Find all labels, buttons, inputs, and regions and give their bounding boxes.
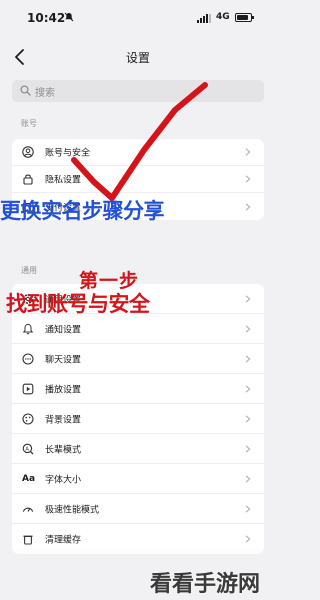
search-placeholder: 搜索 [35,88,55,99]
settings-item-chat[interactable]: 聊天设置 [12,344,264,374]
watermark: 看看手游网 [150,572,261,597]
chat-icon [22,352,34,365]
settings-item-label: 极速性能模式 [45,505,100,515]
settings-item-notifications[interactable]: 通知设置 [12,314,264,344]
chevron-right-icon [245,354,251,363]
chevron-right-icon [245,444,251,453]
settings-item-label: 聊天设置 [45,355,82,365]
settings-item-performance-mode[interactable]: 极速性能模式 [12,494,264,524]
nav-bar: 设置 [0,40,276,76]
elder-mode-icon: A [22,443,34,454]
chevron-right-icon [245,202,251,211]
settings-item-label: 隐私设置 [45,175,82,186]
signal-icon [197,14,211,23]
page-title: 设置 [125,51,150,65]
settings-item-label: 播放设置 [45,385,82,395]
settings-item-label: 背景设置 [45,415,82,425]
settings-item-privacy[interactable]: 隐私设置 [12,166,264,193]
overlay-description: 找到账号与安全 [6,292,150,316]
notification-muted-icon [64,12,74,22]
performance-icon [22,507,34,512]
play-icon [22,383,34,394]
settings-item-account-security[interactable]: 账号与安全 [12,139,264,166]
svg-text:A: A [25,446,29,452]
chevron-right-icon [245,148,251,156]
privacy-icon [23,174,33,185]
status-bar: 10:42 4G [0,0,276,38]
settings-item-background[interactable]: 背景设置 [12,404,264,434]
bell-icon [22,323,34,334]
chevron-right-icon [245,324,251,333]
chevron-right-icon [245,414,251,423]
settings-item-label: 字体大小 [45,475,82,485]
overlay-title: 更换实名步骤分享 [0,199,165,223]
settings-item-label: 长辈模式 [45,445,82,455]
chevron-right-icon [245,294,251,303]
section-label-account: 账号 [21,119,37,128]
settings-item-playback[interactable]: 播放设置 [12,374,264,404]
battery-icon [235,13,254,22]
general-settings-card: 通用设置 通知设置 聊天设置 播放设置 背景设置 A 长辈模式 Aa 字体大小 … [12,284,264,554]
chevron-right-icon [245,504,251,513]
account-icon [22,146,34,158]
section-label-general: 通用 [21,266,37,275]
chevron-right-icon [245,384,251,393]
settings-item-font-size[interactable]: Aa 字体大小 [12,464,264,494]
font-size-icon: Aa [22,473,36,484]
settings-item-label: 通知设置 [45,325,82,335]
search-input[interactable]: 搜索 [12,80,264,102]
chevron-right-icon [245,175,251,183]
settings-item-elder-mode[interactable]: A 长辈模式 [12,434,264,464]
chevron-right-icon [245,474,251,483]
background-icon [22,412,34,425]
search-icon [20,85,31,96]
status-time: 10:42 [27,11,66,25]
network-type: 4G [216,12,230,22]
settings-item-label: 账号与安全 [45,148,91,159]
